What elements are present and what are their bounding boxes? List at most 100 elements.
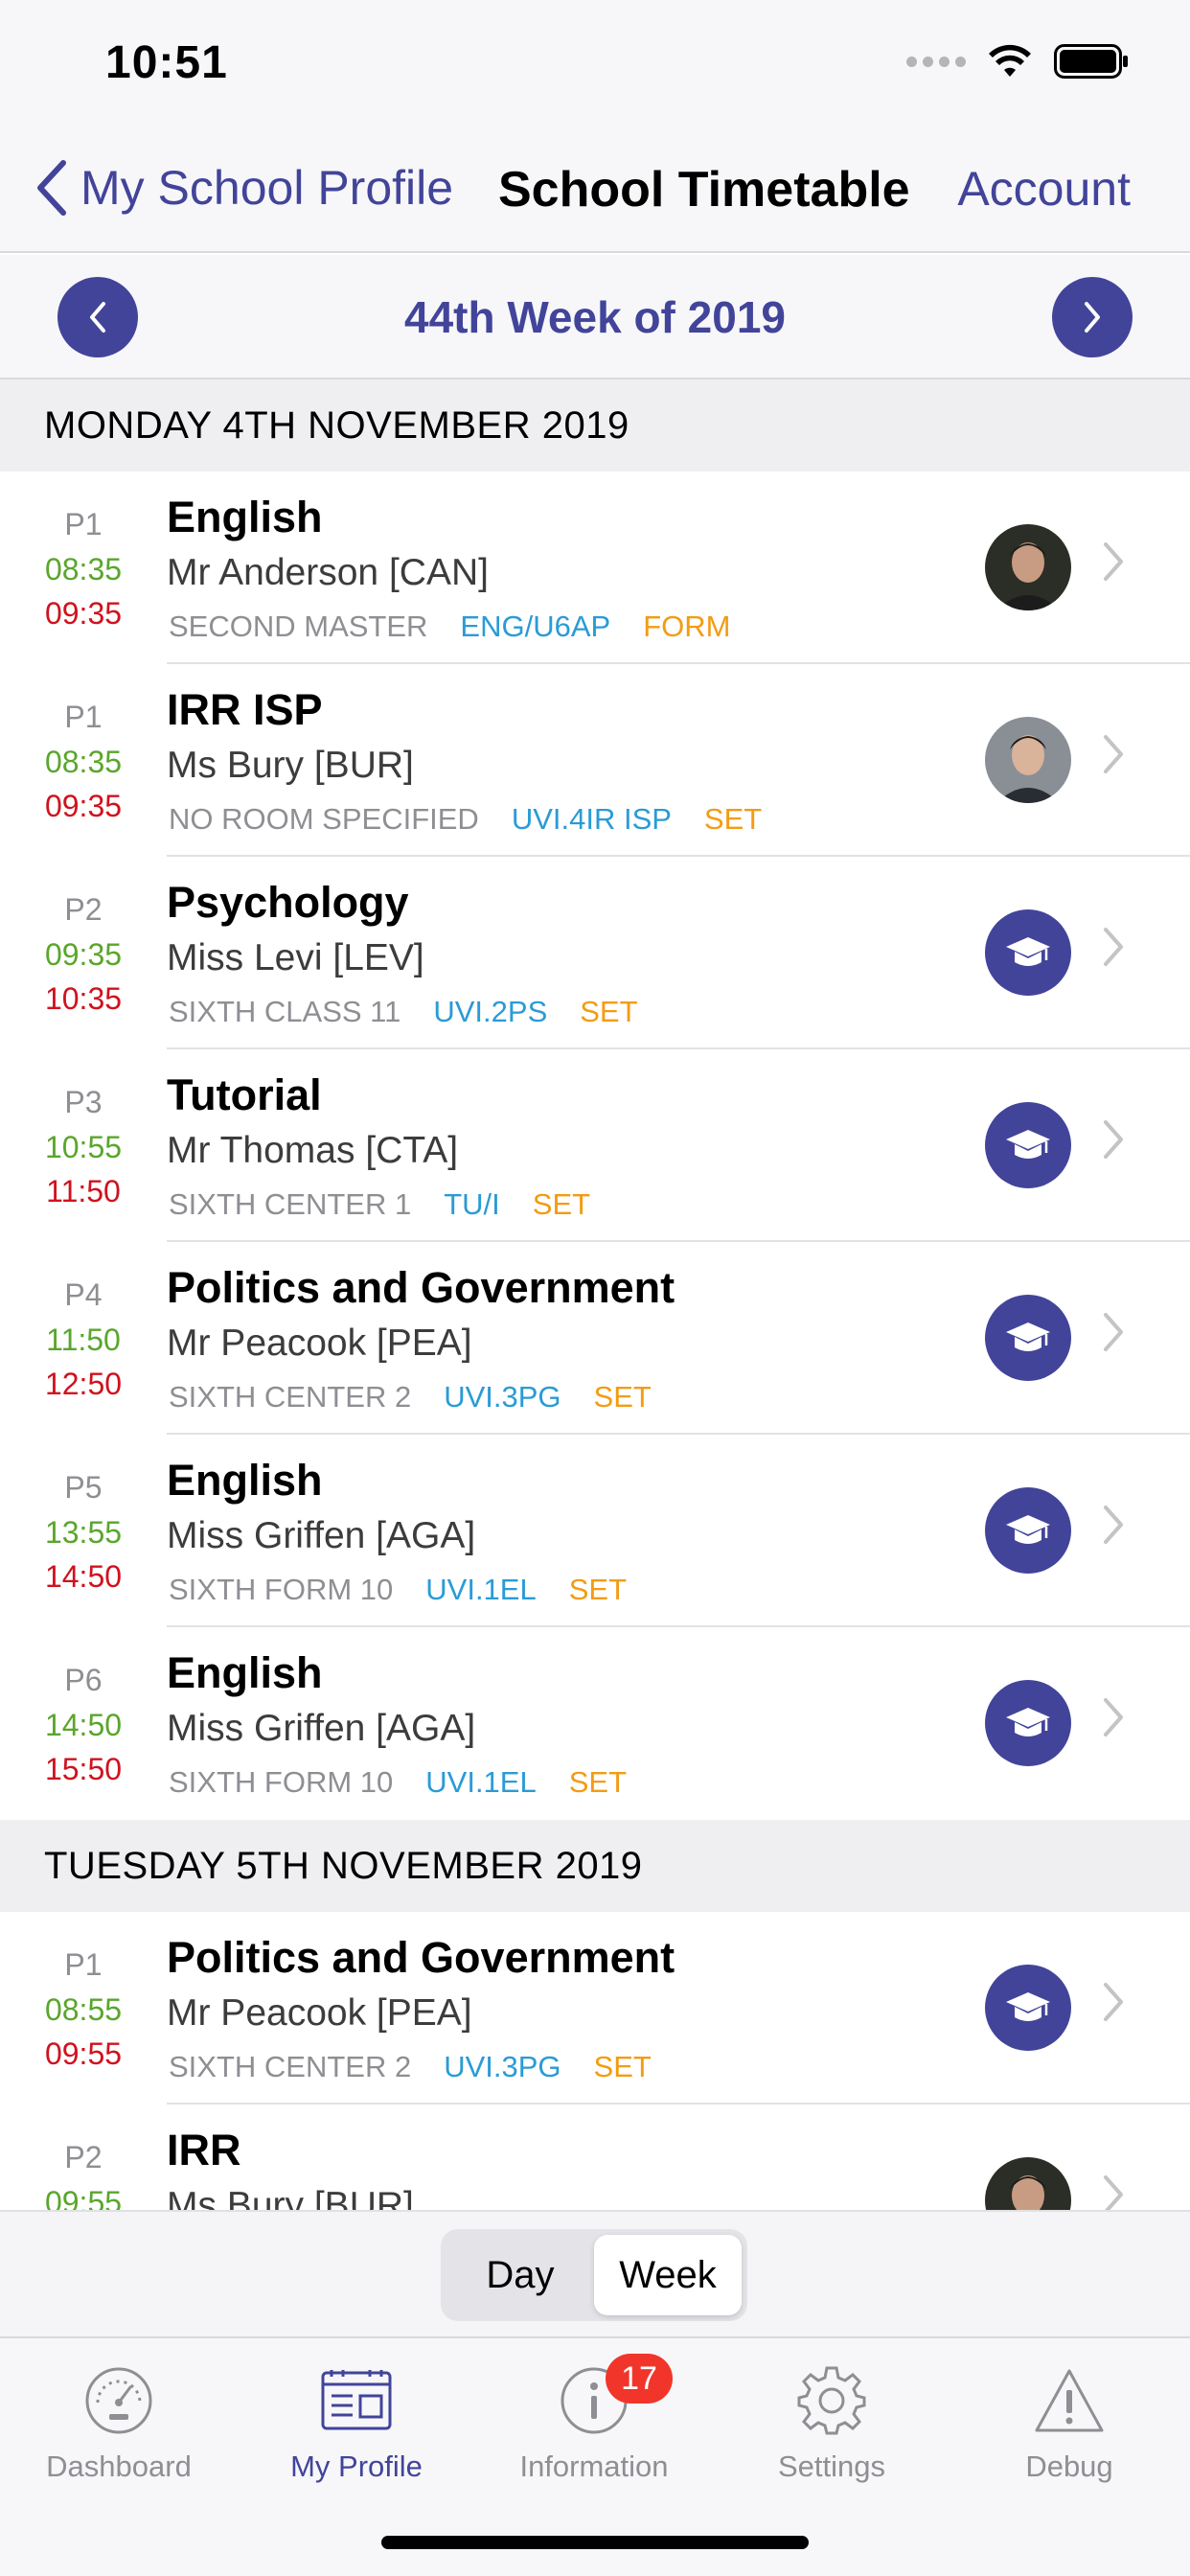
chevron-right-icon bbox=[1104, 1698, 1123, 1736]
tab-debug[interactable]: Debug bbox=[950, 2358, 1188, 2484]
type-tag: SET bbox=[703, 802, 763, 836]
room-tag: SECOND MASTER bbox=[169, 610, 428, 643]
teacher-avatar[interactable] bbox=[985, 1295, 1071, 1381]
account-button[interactable]: Account bbox=[957, 161, 1131, 217]
disclosure-chevron bbox=[1102, 1118, 1125, 1165]
back-button-label: My School Profile bbox=[80, 161, 454, 215]
subject-name: IRR ISP bbox=[167, 685, 323, 734]
teacher-photo bbox=[985, 717, 1071, 803]
lesson-row[interactable]: P6 14:50 15:50 English Miss Griffen [AGA] SIX… bbox=[0, 1627, 1190, 1820]
chevron-right-icon bbox=[1104, 928, 1123, 966]
lesson-tags: NO ROOM SPECIFIED UVI.4IR ISP SET bbox=[169, 802, 762, 837]
end-time: 12:50 bbox=[44, 1367, 123, 1401]
disclosure-chevron bbox=[1102, 540, 1125, 587]
status-bar: 10:51 bbox=[0, 0, 1190, 126]
type-tag: SET bbox=[532, 1187, 591, 1221]
start-time: 09:55 bbox=[44, 2185, 123, 2210]
start-time: 09:35 bbox=[44, 937, 123, 972]
lesson-row[interactable]: P3 10:55 11:50 Tutorial Mr Thomas [CTA] SIXTH… bbox=[0, 1049, 1190, 1242]
week-view-segment[interactable]: Week bbox=[594, 2235, 742, 2315]
period-label: P6 bbox=[64, 1663, 103, 1697]
teacher-name: Mr Peacook [PEA] bbox=[167, 1992, 472, 2034]
teacher-avatar[interactable] bbox=[985, 909, 1071, 996]
lesson-row[interactable]: P4 11:50 12:50 Politics and Government Mr Pe… bbox=[0, 1242, 1190, 1435]
wifi-icon bbox=[989, 44, 1031, 77]
chevron-left-icon bbox=[37, 160, 66, 216]
view-mode-segmented-control: Day Week bbox=[441, 2229, 747, 2321]
teacher-name: Miss Levi [LEV] bbox=[167, 937, 424, 978]
lesson-tags: SIXTH CLASS 11 UVI.2PS SET bbox=[169, 995, 638, 1029]
tab-information[interactable]: 17 Information bbox=[475, 2354, 713, 2484]
subject-name: IRR bbox=[167, 2126, 241, 2174]
lesson-row[interactable]: P2 09:55 IRR Ms Bury [BUR] bbox=[0, 2104, 1190, 2210]
tab-label: Debug bbox=[1025, 2450, 1113, 2483]
day-header: MONDAY 4TH NOVEMBER 2019 bbox=[0, 380, 1190, 472]
end-time: 15:50 bbox=[44, 1752, 123, 1786]
tab-label: Dashboard bbox=[46, 2450, 192, 2483]
lesson-tags: SIXTH CENTER 2 UVI.3PG SET bbox=[169, 2050, 652, 2084]
gear-icon bbox=[797, 2366, 866, 2435]
teacher-avatar[interactable] bbox=[985, 1680, 1071, 1766]
warning-icon bbox=[1035, 2369, 1104, 2432]
back-button[interactable]: My School Profile bbox=[34, 159, 453, 217]
type-tag: SET bbox=[593, 2050, 652, 2083]
timetable-list[interactable]: MONDAY 4TH NOVEMBER 2019 P1 08:35 09:35 Engl… bbox=[0, 380, 1190, 2210]
teacher-name: Miss Griffen [AGA] bbox=[167, 1708, 476, 1749]
room-tag: NO ROOM SPECIFIED bbox=[169, 802, 479, 836]
period-label: P2 bbox=[64, 2140, 103, 2174]
start-time: 08:55 bbox=[44, 1992, 123, 2027]
teacher-avatar[interactable] bbox=[985, 717, 1071, 803]
end-time: 09:35 bbox=[44, 789, 123, 823]
teacher-photo bbox=[985, 524, 1071, 610]
disclosure-chevron bbox=[1102, 1981, 1125, 2028]
period-label: P1 bbox=[64, 700, 103, 734]
chevron-right-icon bbox=[1104, 1506, 1123, 1544]
subject-name: Politics and Government bbox=[167, 1933, 675, 1982]
period-label: P4 bbox=[64, 1277, 103, 1312]
subject-name: English bbox=[167, 1456, 323, 1505]
graduation-cap-icon bbox=[1006, 1322, 1050, 1351]
group-tag: UVI.4IR ISP bbox=[511, 802, 672, 836]
lesson-row[interactable]: P1 08:35 09:35 IRR ISP Ms Bury [BUR] NO ROOM … bbox=[0, 664, 1190, 857]
group-tag: TU/I bbox=[444, 1187, 500, 1221]
teacher-avatar[interactable] bbox=[985, 2157, 1071, 2210]
type-tag: SET bbox=[568, 1573, 628, 1606]
lesson-tags: SIXTH FORM 10 UVI.1EL SET bbox=[169, 1765, 627, 1800]
end-time: 09:35 bbox=[44, 596, 123, 631]
day-view-segment[interactable]: Day bbox=[446, 2235, 594, 2315]
end-time: 11:50 bbox=[46, 1174, 121, 1208]
next-week-button[interactable] bbox=[1052, 277, 1133, 357]
teacher-avatar[interactable] bbox=[985, 1965, 1071, 2051]
teacher-name: Miss Griffen [AGA] bbox=[167, 1515, 476, 1556]
start-time: 08:35 bbox=[44, 745, 123, 779]
battery-icon bbox=[1054, 44, 1128, 79]
subject-name: Psychology bbox=[167, 878, 409, 927]
profile-card-icon bbox=[321, 2370, 392, 2430]
lesson-row[interactable]: P2 09:35 10:35 Psychology Miss Levi [LEV] SIX… bbox=[0, 857, 1190, 1049]
period-label: P1 bbox=[64, 1947, 103, 1982]
cellular-signal-icon bbox=[906, 56, 966, 67]
tab-my-profile[interactable]: My Profile bbox=[238, 2358, 475, 2484]
room-tag: SIXTH CLASS 11 bbox=[169, 995, 401, 1028]
group-tag: UVI.1EL bbox=[425, 1765, 537, 1799]
tab-settings[interactable]: Settings bbox=[713, 2358, 950, 2484]
view-mode-bar: Day Week bbox=[0, 2210, 1190, 2336]
group-tag: ENG/U6AP bbox=[460, 610, 611, 643]
start-time: 08:35 bbox=[44, 552, 123, 586]
end-time: 10:35 bbox=[44, 981, 123, 1016]
teacher-avatar[interactable] bbox=[985, 524, 1071, 610]
teacher-avatar[interactable] bbox=[985, 1487, 1071, 1574]
type-tag: SET bbox=[580, 995, 638, 1028]
chevron-right-icon bbox=[1104, 1983, 1123, 2021]
group-tag: UVI.3PG bbox=[444, 1380, 561, 1414]
graduation-cap-icon bbox=[1006, 1992, 1050, 2021]
tab-dashboard[interactable]: Dashboard bbox=[0, 2358, 238, 2484]
lesson-row[interactable]: P1 08:55 09:55 Politics and Government Mr Pe… bbox=[0, 1912, 1190, 2104]
teacher-avatar[interactable] bbox=[985, 1102, 1071, 1188]
lesson-row[interactable]: P5 13:55 14:50 English Miss Griffen [AGA] SIX… bbox=[0, 1435, 1190, 1627]
lesson-row[interactable]: P1 08:35 09:35 English Mr Anderson [CAN] SECO… bbox=[0, 472, 1190, 664]
speedometer-icon bbox=[85, 2367, 152, 2434]
subject-name: Politics and Government bbox=[167, 1263, 675, 1312]
chevron-right-icon bbox=[1104, 542, 1123, 581]
week-selector: 44th Week of 2019 bbox=[0, 255, 1190, 380]
